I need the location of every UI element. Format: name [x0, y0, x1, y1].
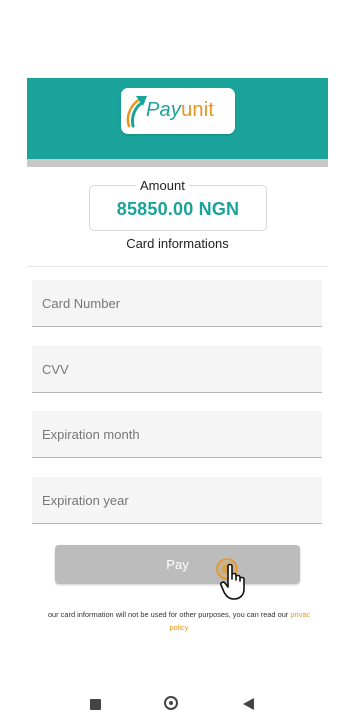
cvv-field-container — [32, 346, 322, 393]
expiration-year-field-container — [32, 477, 322, 524]
home-circle-icon[interactable] — [164, 696, 178, 710]
home-dot — [169, 701, 173, 705]
logo-pay-text: Pay — [146, 99, 182, 121]
header-bar: Payunit — [27, 78, 328, 159]
logo-unit-text: unit — [181, 99, 215, 121]
privacy-policy-link-part2[interactable]: policy — [170, 623, 189, 632]
amount-value: 85850.00 NGN — [116, 199, 240, 219]
expiration-year-input[interactable] — [32, 477, 322, 523]
header-divider — [27, 159, 328, 167]
expiration-month-field-container — [32, 411, 322, 458]
recents-square-icon[interactable] — [90, 699, 101, 710]
logo-wordmark: Payunit — [146, 99, 214, 122]
card-number-input[interactable] — [32, 280, 322, 326]
card-number-field-container — [32, 280, 322, 327]
amount-box: Amount 85850.00 NGN — [89, 178, 267, 231]
hand-cursor-icon — [220, 563, 245, 600]
pay-button[interactable]: Pay — [55, 545, 300, 584]
privacy-notice: our card information will not be used fo… — [27, 608, 328, 634]
payment-screen: Payunit Amount 85850.00 NGN Card informa… — [27, 78, 328, 638]
expiration-month-input[interactable] — [32, 411, 322, 457]
section-divider — [27, 266, 328, 267]
payunit-logo: Payunit — [121, 88, 235, 134]
privacy-notice-text: our card information will not be used fo… — [47, 610, 291, 619]
privacy-policy-link-part1[interactable]: privac — [290, 610, 310, 619]
pay-button-label: Pay — [166, 557, 189, 572]
card-info-title: Card informations — [126, 236, 229, 251]
amount-label: Amount — [136, 178, 189, 193]
back-triangle-icon[interactable] — [243, 698, 254, 710]
cvv-input[interactable] — [32, 346, 322, 392]
android-nav-bar — [0, 690, 350, 720]
